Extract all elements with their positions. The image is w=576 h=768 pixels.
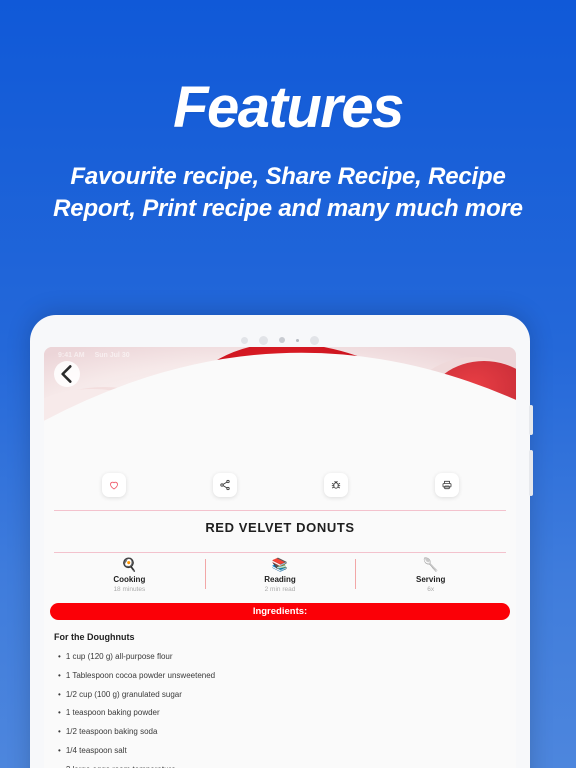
volume-button[interactable] xyxy=(529,405,533,435)
reading-icon: 📚 xyxy=(271,557,289,572)
favourite-button[interactable] xyxy=(101,473,126,497)
bullet-icon: • xyxy=(58,689,61,699)
list-item: • 1/2 teaspoon baking soda xyxy=(58,727,516,737)
bullet-icon: • xyxy=(58,727,61,737)
bullet-icon: • xyxy=(58,745,61,755)
stat-value: 6x xyxy=(427,586,435,593)
serving-icon: 🥄 xyxy=(422,557,439,572)
stat-label: Cooking xyxy=(113,575,146,584)
ingredient-text: 1 Tablespoon cocoa powder unsweetened xyxy=(65,670,216,680)
stat-label: Serving xyxy=(416,575,446,584)
list-item: • 1 cup (120 g) all-purpose flour xyxy=(58,652,516,662)
tablet-screen: 9:41 AM Sun Jul 30 RED VELVET DONUTS 🍳 C… xyxy=(44,347,516,768)
recipe-stats-row: 🍳 Cooking 18 minutes 📚 Reading 2 min rea… xyxy=(44,553,516,603)
share-icon xyxy=(219,479,230,491)
promo-title: Features xyxy=(173,75,404,140)
cooking-icon: 🍳 xyxy=(121,557,138,572)
list-item: • 1 teaspoon baking powder xyxy=(58,709,516,718)
stat-cooking: 🍳 Cooking 18 minutes xyxy=(54,557,205,593)
stat-serving: 🥄 Serving 6x xyxy=(355,557,506,593)
tablet-device: 9:41 AM Sun Jul 30 RED VELVET DONUTS 🍳 C… xyxy=(30,315,533,768)
list-item: • 1/2 cup (100 g) granulated sugar xyxy=(58,689,516,700)
recipe-hero-image: 9:41 AM Sun Jul 30 xyxy=(44,347,516,482)
sensor-dot xyxy=(310,335,319,345)
bug-icon xyxy=(331,481,340,489)
bullet-icon: • xyxy=(58,670,61,680)
ingredient-text: 1 teaspoon baking powder xyxy=(65,708,160,718)
report-button[interactable] xyxy=(323,473,348,497)
recipe-title: RED VELVET DONUTS xyxy=(205,520,355,535)
stat-value: 2 min read xyxy=(264,586,296,593)
share-button[interactable] xyxy=(212,473,237,497)
recipe-action-bar xyxy=(44,468,516,502)
ingredient-text: 1/2 cup (100 g) granulated sugar xyxy=(65,689,182,699)
camera-dot xyxy=(279,337,285,343)
tablet-sensor-dots xyxy=(44,333,516,347)
sensor-dot xyxy=(259,335,268,345)
stat-reading: 📚 Reading 2 min read xyxy=(204,557,356,593)
promo-header: Features Favourite recipe, Share Recipe,… xyxy=(0,0,576,226)
promo-subtitle: Favourite recipe, Share Recipe, Recipe R… xyxy=(53,162,523,223)
ingredient-text: 1/4 teaspoon salt xyxy=(65,745,127,755)
ingredients-banner: Ingredients: xyxy=(50,603,510,620)
ingredient-text: 1/2 teaspoon baking soda xyxy=(65,727,158,737)
heart-icon xyxy=(109,481,118,490)
ingredients-section-title: For the Doughnuts xyxy=(54,632,135,642)
sensor-dot xyxy=(296,338,299,342)
stat-label: Reading xyxy=(264,575,296,584)
hero-bottom-curve xyxy=(44,352,516,482)
print-button[interactable] xyxy=(434,473,459,497)
sensor-dot xyxy=(241,336,248,344)
stat-value: 18 minutes xyxy=(113,586,146,593)
list-item: • 1 Tablespoon cocoa powder unsweetened xyxy=(58,670,516,681)
ingredients-list: • 1 cup (120 g) all-purpose flour • 1 Ta… xyxy=(58,652,516,768)
list-item: • 1/4 teaspoon salt xyxy=(58,745,516,756)
power-button[interactable] xyxy=(529,450,533,496)
ingredient-text: 1 cup (120 g) all-purpose flour xyxy=(65,652,173,661)
printer-icon xyxy=(442,480,451,490)
bullet-icon: • xyxy=(58,708,61,718)
bullet-icon: • xyxy=(58,652,61,661)
